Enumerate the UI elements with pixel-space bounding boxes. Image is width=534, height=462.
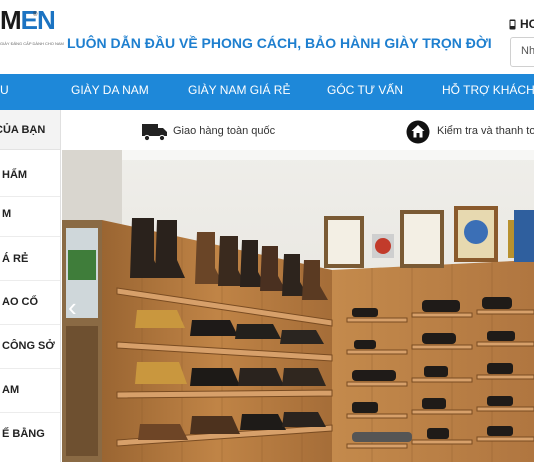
logo-letters-en: EN bbox=[20, 5, 56, 35]
banner-prev-arrow[interactable]: ‹ bbox=[68, 292, 77, 323]
logo-letter-m: M bbox=[0, 5, 22, 35]
category-divider bbox=[0, 412, 60, 413]
site-logo[interactable]: M EN bbox=[0, 5, 56, 36]
phone-icon bbox=[509, 19, 516, 30]
banner-image bbox=[62, 150, 534, 462]
category-item[interactable]: CÔNG SỞ bbox=[2, 340, 55, 352]
category-item[interactable]: Ế BẰNG bbox=[2, 428, 45, 440]
category-divider bbox=[0, 368, 60, 369]
logo-tagline: GIÀY ĐẲNG CẤP DÀNH CHO NAM bbox=[0, 41, 64, 46]
nav-item-giay-nam-gia-re[interactable]: GIÀY NAM GIÁ RẺ bbox=[188, 83, 290, 97]
search-placeholder: Nh bbox=[521, 45, 534, 57]
nav-item-goc-tu-van[interactable]: GÓC TƯ VẤN bbox=[327, 83, 403, 97]
header-slogan: LUÔN DẪN ĐẦU VỀ PHONG CÁCH, BẢO HÀNH GIÀ… bbox=[67, 35, 492, 51]
category-divider bbox=[0, 280, 60, 281]
category-item[interactable]: Á RẺ bbox=[2, 253, 28, 265]
hotline-label: HO bbox=[520, 17, 534, 31]
sidebar-title: CỦA BẠN bbox=[0, 124, 46, 136]
category-sidebar bbox=[0, 110, 61, 462]
category-item[interactable]: HẨM bbox=[2, 169, 27, 181]
category-divider bbox=[0, 324, 60, 325]
shipping-info: Giao hàng toàn quốc bbox=[173, 125, 276, 137]
inspect-payment-info: Kiểm tra và thanh to bbox=[437, 125, 534, 137]
delivery-truck-icon bbox=[142, 124, 167, 142]
nav-item-giay-da-nam[interactable]: GIÀY DA NAM bbox=[71, 83, 149, 97]
category-divider bbox=[0, 236, 60, 237]
home-icon bbox=[406, 120, 430, 144]
banner-slider[interactable] bbox=[62, 150, 534, 462]
category-divider bbox=[0, 196, 60, 197]
nav-item-partial[interactable]: U bbox=[0, 83, 9, 97]
category-item[interactable]: AM bbox=[2, 384, 19, 396]
category-item[interactable]: M bbox=[2, 208, 11, 220]
nav-item-ho-tro-khach-hang[interactable]: HỖ TRỢ KHÁCH H bbox=[442, 83, 534, 97]
category-item[interactable]: AO CỔ bbox=[2, 296, 38, 308]
logo-registered-mark: ® bbox=[33, 12, 38, 18]
